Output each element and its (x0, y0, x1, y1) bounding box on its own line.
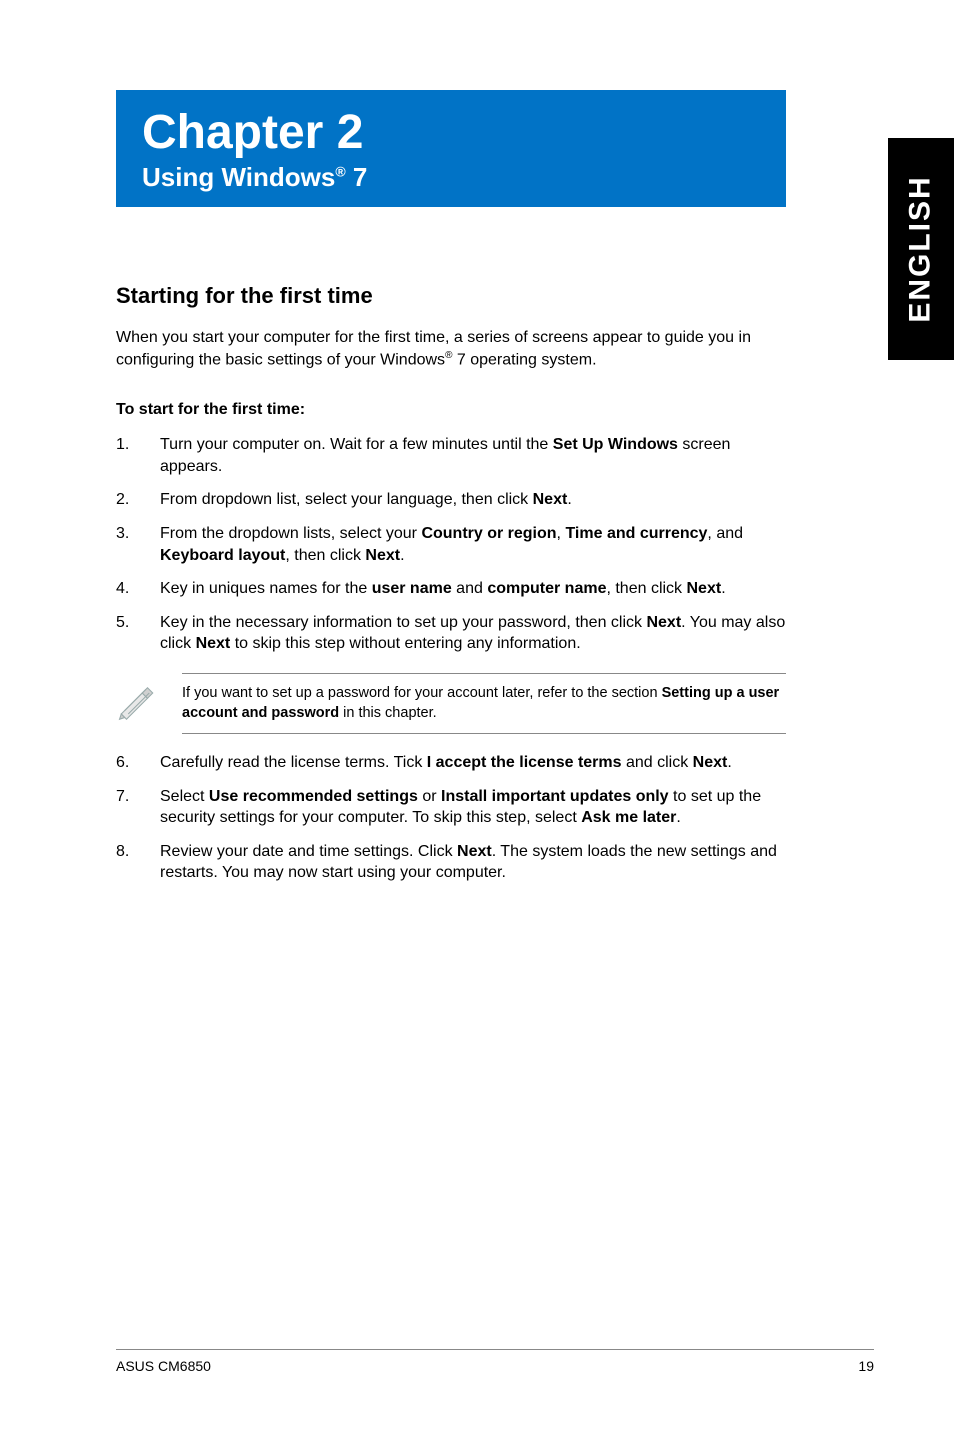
chapter-title: Chapter 2 (142, 108, 760, 158)
step-number: 4. (116, 578, 160, 600)
language-tab: ENGLISH (888, 138, 954, 360)
step-text: Key in the necessary information to set … (160, 612, 786, 655)
step-text: Key in uniques names for the user name a… (160, 578, 786, 600)
step-number: 3. (116, 523, 160, 566)
step-text: Review your date and time settings. Clic… (160, 841, 786, 884)
step-text: Select Use recommended settings or Insta… (160, 786, 786, 829)
step-number: 5. (116, 612, 160, 655)
step-item: 5.Key in the necessary information to se… (116, 612, 786, 655)
step-number: 6. (116, 752, 160, 774)
step-number: 8. (116, 841, 160, 884)
step-text: Turn your computer on. Wait for a few mi… (160, 434, 786, 477)
steps-list-a: 1.Turn your computer on. Wait for a few … (116, 434, 786, 655)
step-item: 4.Key in uniques names for the user name… (116, 578, 786, 600)
steps-subhead: To start for the first time: (116, 399, 786, 421)
page: ENGLISH Chapter 2 Using Windows® 7 Start… (0, 0, 954, 1438)
step-text: From dropdown list, select your language… (160, 489, 786, 511)
pencil-icon (116, 673, 172, 728)
step-item: 2.From dropdown list, select your langua… (116, 489, 786, 511)
chapter-header: Chapter 2 Using Windows® 7 (116, 90, 786, 207)
page-footer: ASUS CM6850 19 (116, 1349, 874, 1374)
step-item: 1.Turn your computer on. Wait for a few … (116, 434, 786, 477)
note-text: If you want to set up a password for you… (182, 673, 786, 734)
step-text: Carefully read the license terms. Tick I… (160, 752, 786, 774)
step-number: 2. (116, 489, 160, 511)
step-number: 1. (116, 434, 160, 477)
step-item: 7.Select Use recommended settings or Ins… (116, 786, 786, 829)
chapter-subtitle: Using Windows® 7 (142, 162, 760, 193)
step-item: 3.From the dropdown lists, select your C… (116, 523, 786, 566)
footer-page-number: 19 (858, 1358, 874, 1374)
intro-paragraph: When you start your computer for the fir… (116, 327, 786, 371)
content: Starting for the first time When you sta… (116, 281, 786, 884)
step-number: 7. (116, 786, 160, 829)
step-item: 6.Carefully read the license terms. Tick… (116, 752, 786, 774)
footer-model: ASUS CM6850 (116, 1358, 211, 1374)
section-heading: Starting for the first time (116, 281, 786, 311)
note-callout: If you want to set up a password for you… (116, 673, 786, 734)
language-tab-label: ENGLISH (904, 175, 938, 322)
step-text: From the dropdown lists, select your Cou… (160, 523, 786, 566)
steps-list-b: 6.Carefully read the license terms. Tick… (116, 752, 786, 884)
step-item: 8.Review your date and time settings. Cl… (116, 841, 786, 884)
